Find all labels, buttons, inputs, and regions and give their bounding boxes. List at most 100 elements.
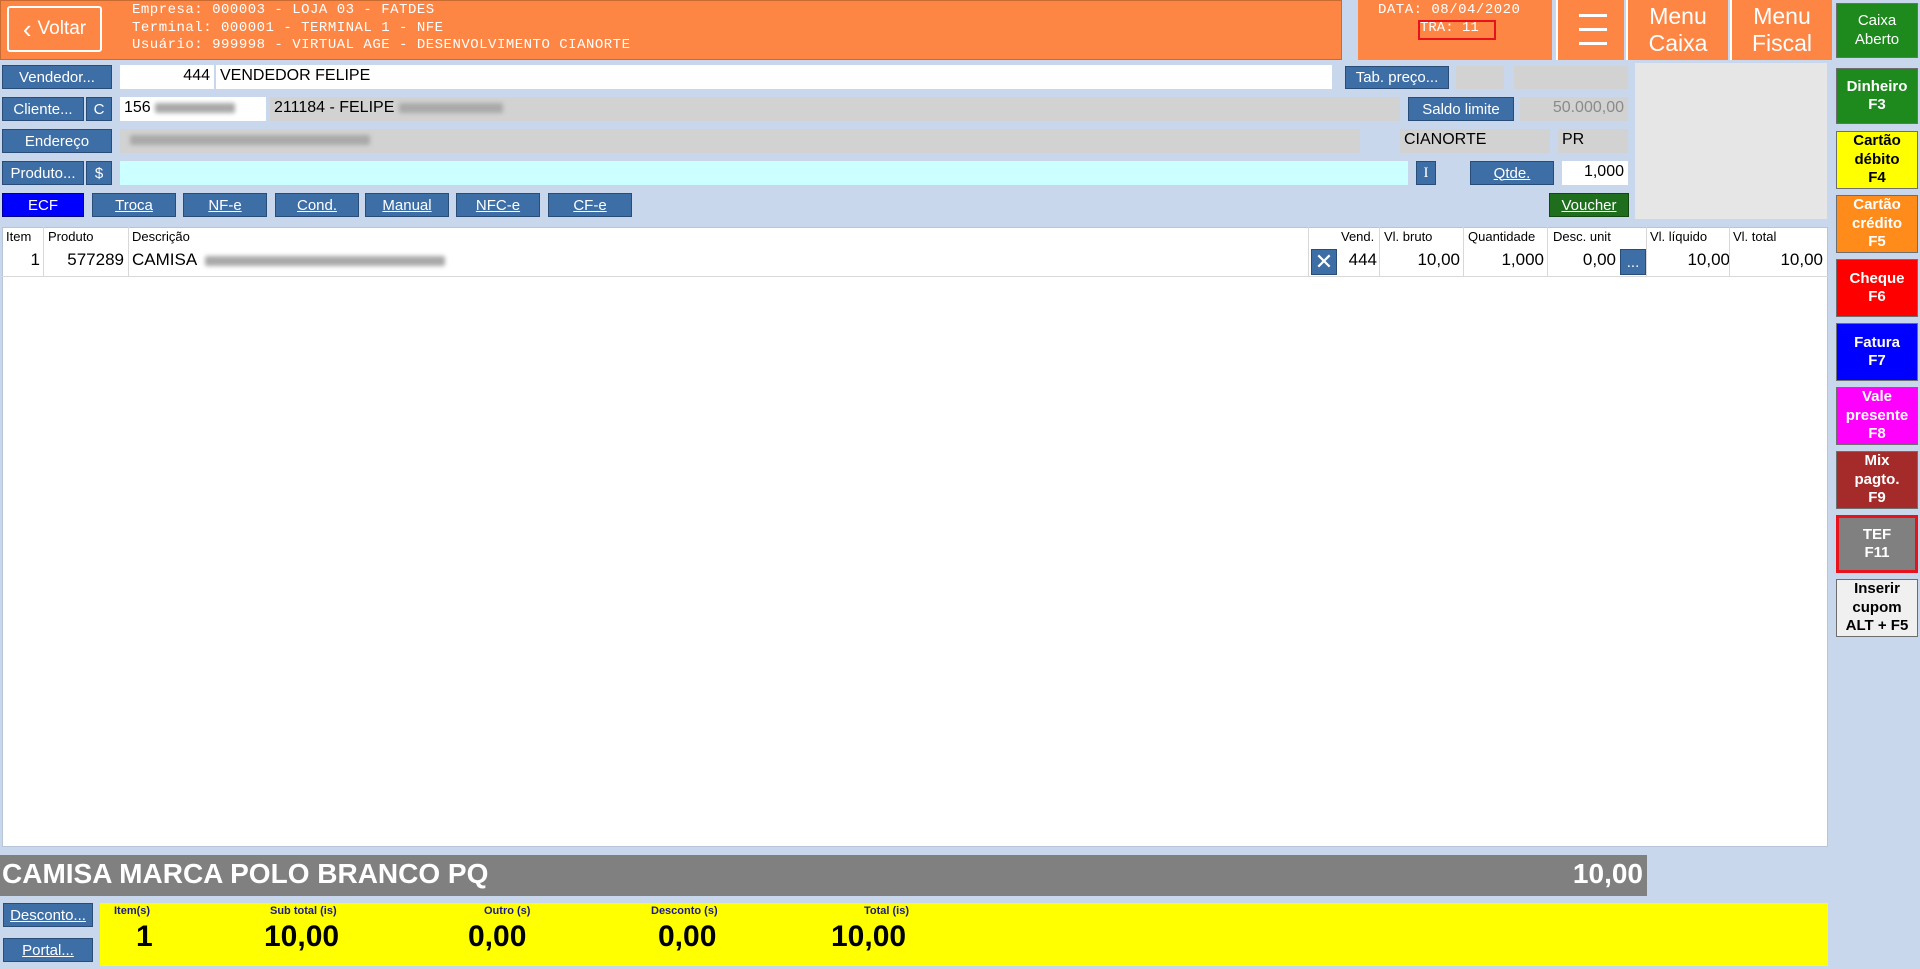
total-label: Total (is) — [864, 905, 910, 917]
tef-label-2: F11 — [1864, 544, 1890, 561]
close-icon: ✕ — [1314, 249, 1334, 274]
cell-descricao: CAMISA — [132, 250, 445, 270]
col-header-vend: Vend. — [1341, 229, 1375, 244]
portal-button[interactable]: Portal... — [3, 938, 93, 962]
tab-preco-desc-field — [1514, 66, 1628, 89]
produto-price-button[interactable]: $ — [86, 161, 112, 185]
tab-cond[interactable]: Cond. — [275, 193, 359, 217]
outro-label: Outro (s) — [484, 905, 531, 917]
remove-item-button[interactable]: ✕ — [1311, 249, 1337, 275]
grid-col-separator — [1379, 227, 1380, 276]
produto-button[interactable]: Produto... — [2, 161, 84, 185]
grid-col-separator — [1729, 227, 1730, 276]
tab-nfc-e[interactable]: NFC-e — [456, 193, 540, 217]
cartao-debito-label-3: F4 — [1868, 169, 1886, 187]
current-product-name: CAMISA MARCA POLO BRANCO PQ — [2, 858, 489, 889]
discount-more-button[interactable]: ... — [1620, 249, 1646, 275]
voucher-button[interactable]: Voucher — [1549, 193, 1629, 217]
cheque-button[interactable]: Cheque F6 — [1836, 259, 1918, 317]
totals-panel — [100, 903, 1828, 966]
tab-preco-field — [1456, 66, 1504, 89]
mix-pagto-button[interactable]: Mix pagto. F9 — [1836, 451, 1918, 509]
cliente-name-field: 211184 - FELIPE — [270, 97, 1400, 121]
tef-button[interactable]: TEF F11 — [1836, 515, 1918, 573]
cliente-c-button[interactable]: C — [86, 97, 112, 121]
grid-row-separator — [2, 276, 1828, 277]
menu-fiscal-button[interactable]: Menu Fiscal — [1730, 0, 1832, 60]
vale-presente-label-2: presente — [1845, 406, 1909, 424]
endereco-field — [120, 129, 1360, 153]
redacted-text — [204, 255, 445, 266]
hamburger-icon-line — [1579, 28, 1607, 31]
cell-quantidade: 1,000 — [1501, 250, 1544, 269]
date-text: DATA: 08/04/2020 — [1378, 2, 1521, 18]
back-button[interactable]: ‹ Voltar — [7, 6, 102, 52]
cell-desc-unit: 0,00 — [1582, 250, 1616, 269]
tab-troca[interactable]: Troca — [92, 193, 176, 217]
fatura-label-2: F7 — [1868, 352, 1886, 369]
vale-presente-button[interactable]: Vale presente F8 — [1836, 387, 1918, 445]
total-items-value: 1 — [136, 920, 153, 953]
cidade-field: CIANORTE — [1400, 129, 1550, 153]
cartao-credito-label-3: F5 — [1868, 233, 1886, 251]
tab-manual[interactable]: Manual — [365, 193, 449, 217]
qtde-button[interactable]: Qtde. — [1470, 161, 1554, 185]
caixa-status-line-2: Aberto — [1854, 30, 1900, 48]
vendedor-code-field[interactable]: 444 — [120, 65, 214, 89]
cell-item: 1 — [30, 250, 40, 269]
menu-caixa-button[interactable]: Menu Caixa — [1626, 0, 1728, 60]
hamburger-icon-line — [1579, 14, 1607, 17]
fatura-button[interactable]: Fatura F7 — [1836, 323, 1918, 381]
cliente-button[interactable]: Cliente... — [2, 97, 84, 121]
mix-pagto-label-2: pagto. — [1854, 470, 1900, 488]
saldo-limite-button[interactable]: Saldo limite — [1408, 97, 1514, 121]
vendedor-name-field: VENDEDOR FELIPE — [216, 65, 1332, 89]
inserir-cupom-button[interactable]: Inserir cupom ALT + F5 — [1836, 579, 1918, 637]
dinheiro-button[interactable]: Dinheiro F3 — [1836, 68, 1918, 124]
grid-col-separator — [128, 227, 129, 276]
col-header-item: Item — [6, 229, 32, 244]
cartao-credito-button[interactable]: Cartão crédito F5 — [1836, 195, 1918, 253]
menu-caixa-label-1: Menu — [1649, 3, 1707, 29]
inserir-cupom-label-1: Inserir — [1854, 580, 1900, 598]
col-header-vl-total: Vl. total — [1733, 229, 1777, 244]
produto-search-input[interactable] — [120, 161, 1408, 185]
photo-panel — [1635, 63, 1827, 219]
empresa-text: Empresa: 000003 - LOJA 03 - FATDES — [132, 2, 435, 18]
desconto-value: 0,00 — [658, 920, 717, 953]
desconto-button[interactable]: Desconto... — [3, 903, 93, 927]
total-items-label: Item(s) — [114, 905, 151, 917]
tra-text: TRA: 11 — [1420, 20, 1479, 36]
col-header-produto: Produto — [48, 229, 94, 244]
uf-field: PR — [1558, 129, 1628, 153]
cartao-debito-button[interactable]: Cartão débito F4 — [1836, 131, 1918, 189]
cartao-debito-label-2: débito — [1854, 150, 1900, 168]
tab-ecf[interactable]: ECF — [2, 193, 84, 217]
terminal-text: Terminal: 000001 - TERMINAL 1 - NFE — [132, 19, 444, 36]
cartao-credito-label-2: crédito — [1851, 214, 1902, 232]
mix-pagto-label-1: Mix — [1864, 452, 1890, 470]
inserir-cupom-label-2: cupom — [1852, 598, 1902, 616]
back-label: Voltar — [37, 18, 87, 39]
grid-col-separator — [1308, 227, 1309, 276]
endereco-button[interactable]: Endereço — [2, 129, 112, 153]
redacted-text — [155, 102, 236, 113]
info-button[interactable]: I — [1416, 161, 1436, 185]
vendedor-button[interactable]: Vendedor... — [2, 65, 112, 89]
tab-nf-e[interactable]: NF-e — [183, 193, 267, 217]
hamburger-menu-button[interactable] — [1556, 0, 1624, 60]
cell-vend: 444 — [1348, 250, 1377, 269]
cell-vl-bruto: 10,00 — [1417, 250, 1460, 269]
cliente-code-field[interactable]: 156 — [120, 97, 266, 121]
tab-preco-button[interactable]: Tab. preço... — [1345, 66, 1449, 89]
tef-label-1: TEF — [1862, 525, 1892, 543]
tab-cf-e[interactable]: CF-e — [548, 193, 632, 217]
redacted-text — [130, 134, 370, 145]
cheque-label-1: Cheque — [1849, 269, 1905, 287]
cell-vl-total: 10,00 — [1780, 250, 1823, 269]
vale-presente-label-1: Vale — [1861, 388, 1893, 406]
cartao-debito-label-1: Cartão — [1853, 132, 1901, 150]
qtde-field[interactable]: 1,000 — [1562, 161, 1628, 185]
inserir-cupom-label-3: ALT + F5 — [1845, 617, 1909, 635]
dinheiro-label-1: Dinheiro — [1846, 77, 1908, 95]
